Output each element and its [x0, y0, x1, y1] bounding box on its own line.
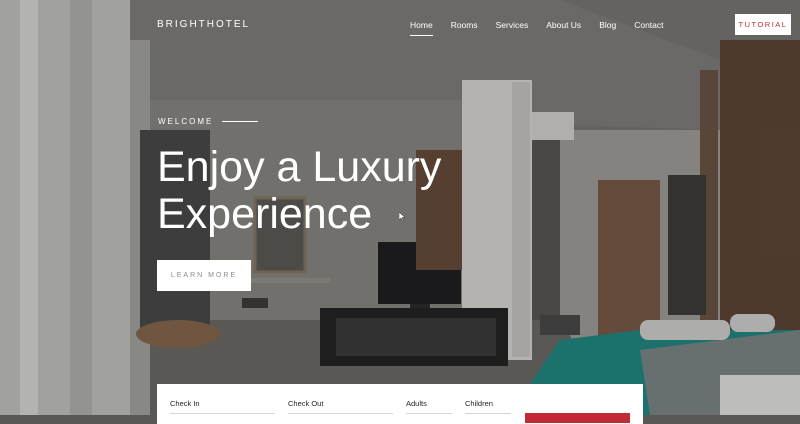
check-in-label: Check In — [170, 399, 200, 408]
welcome-label: WELCOME — [158, 117, 214, 126]
mouse-cursor-icon — [399, 212, 405, 221]
hero-title-line-2: Experience — [157, 190, 373, 238]
nav-contact[interactable]: Contact — [634, 20, 663, 36]
welcome-eyebrow: WELCOME — [158, 117, 259, 126]
eyebrow-divider — [222, 121, 259, 122]
learn-more-button[interactable]: LEARN MORE — [157, 260, 251, 291]
nav-home[interactable]: Home — [410, 20, 433, 36]
nav-blog[interactable]: Blog — [599, 20, 616, 36]
brand-logo[interactable]: BRIGHTHOTEL — [157, 19, 250, 30]
main-nav: Home Rooms Services About Us Blog Contac… — [410, 20, 682, 36]
check-out-label: Check Out — [288, 399, 324, 408]
check-in-field[interactable] — [170, 413, 275, 414]
children-select[interactable] — [465, 413, 511, 414]
nav-services[interactable]: Services — [496, 20, 529, 36]
hero-title-line-1: Enjoy a Luxury — [157, 143, 442, 191]
nav-about-us[interactable]: About Us — [546, 20, 581, 36]
tutorial-button[interactable]: TUTORIAL — [735, 14, 791, 35]
children-label: Children — [465, 399, 493, 408]
hero-title: Enjoy a Luxury Experience — [157, 144, 497, 238]
check-out-field[interactable] — [288, 413, 393, 414]
adults-label: Adults — [406, 399, 427, 408]
adults-select[interactable] — [406, 413, 452, 414]
nav-rooms[interactable]: Rooms — [451, 20, 478, 36]
booking-form: Check In Check Out Adults Children — [157, 384, 643, 424]
